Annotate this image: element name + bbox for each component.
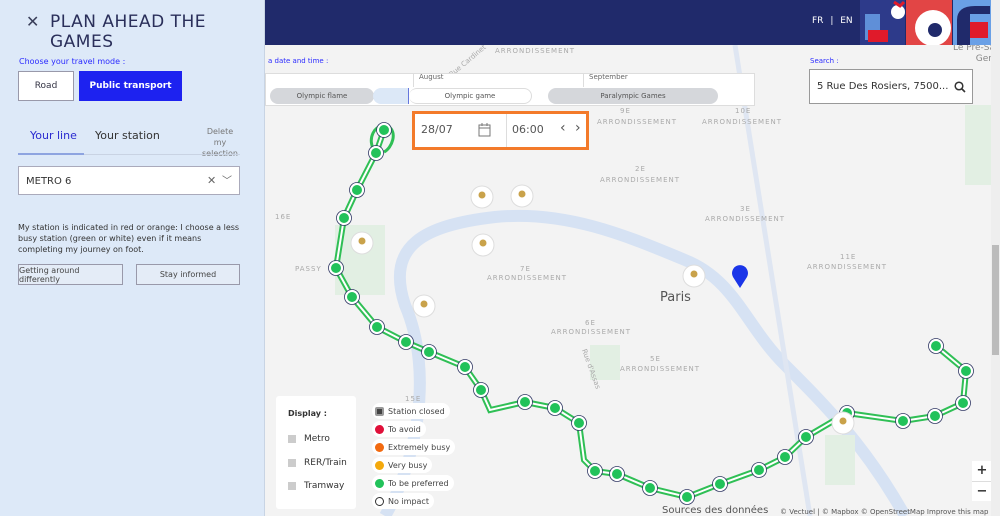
map-label: ARRONDISSEMENT (705, 215, 786, 223)
legend-item: Extremely busy (372, 439, 456, 455)
date-time-picker: 28/07 06:00 ‹ › (412, 111, 589, 150)
zoom-in-button[interactable]: + (972, 461, 992, 481)
travel-mode-label: Choose your travel mode : (19, 57, 126, 66)
lang-en[interactable]: EN (840, 16, 852, 26)
status-dot-icon (375, 460, 384, 470)
map-label: 9E (620, 107, 631, 115)
getting-around-button[interactable]: Getting around differently (18, 264, 123, 285)
toggle-label: Tramway (304, 481, 345, 491)
status-dot-icon (375, 478, 384, 488)
map-label: PASSY (295, 265, 322, 273)
map-label: ARRONDISSEMENT (495, 47, 576, 55)
road-button[interactable]: Road (18, 71, 74, 101)
period-paralympic-games[interactable]: Paralympic Games (548, 88, 718, 104)
status-dot-icon (375, 424, 384, 434)
search-input[interactable]: 5 Rue Des Rosiers, 7500... (809, 69, 973, 104)
info-text: My station is indicated in red or orange… (18, 223, 240, 254)
header (265, 0, 1000, 45)
stay-informed-button[interactable]: Stay informed (136, 264, 240, 285)
active-tab-indicator (18, 153, 84, 155)
map-label: 15E (405, 395, 422, 403)
month-september: September (583, 73, 628, 87)
map-label: 2E (635, 165, 646, 173)
clear-icon[interactable]: ✕ (207, 174, 216, 187)
data-sources-link[interactable]: Sources des données (662, 505, 768, 516)
legend-label: To avoid (388, 424, 421, 434)
legend-label: No impact (388, 496, 429, 506)
map-label: ARRONDISSEMENT (702, 118, 783, 126)
display-label: Display : (288, 409, 327, 418)
map-label: 7E (520, 265, 531, 273)
legend-item: Very busy (372, 457, 433, 473)
month-august: August (413, 73, 444, 87)
legend-label: Extremely busy (388, 442, 451, 452)
map-label: ARRONDISSEMENT (551, 328, 632, 336)
status-dot-icon (375, 442, 384, 452)
map-label: 16E (275, 213, 292, 221)
city-label: Paris (660, 290, 691, 305)
chevron-left-icon[interactable]: ‹ (560, 120, 566, 136)
map-label: 5E (650, 355, 661, 363)
search-icon[interactable] (954, 81, 966, 93)
timeline-label: a date and time : (268, 57, 329, 65)
timeline-cursor[interactable] (373, 88, 409, 104)
toggle-label: RER/Train (304, 458, 347, 468)
map-label: ARRONDISSEMENT (600, 176, 681, 184)
map-label: ARRONDISSEMENT (807, 263, 888, 271)
olympic-logo-art (860, 0, 1000, 45)
panel-title: PLAN AHEAD THE GAMES (50, 12, 207, 52)
legend-label: Very busy (388, 460, 428, 470)
time-field[interactable]: 06:00 (512, 123, 544, 136)
lang-fr[interactable]: FR (812, 16, 823, 26)
map-label: 6E (585, 319, 596, 327)
legend-item: To be preferred (372, 475, 454, 491)
station-closed-icon (375, 406, 384, 416)
map-label: ARRONDISSEMENT (597, 118, 678, 126)
map-label: ARRONDISSEMENT (620, 365, 701, 373)
legend-label: Station closed (388, 406, 445, 416)
legend-item: No impact (372, 493, 434, 509)
scrollbar-thumb[interactable] (992, 245, 999, 355)
location-pin-icon[interactable] (731, 265, 751, 289)
chevron-down-icon[interactable]: ﹀ (222, 172, 232, 187)
legend-item: To avoid (372, 421, 426, 437)
side-panel: ✕ PLAN AHEAD THE GAMES Choose your trave… (0, 0, 265, 516)
legend-item: Station closed (372, 403, 450, 419)
tab-your-station[interactable]: Your station (95, 129, 160, 142)
tab-your-line[interactable]: Your line (30, 129, 77, 142)
toggle-tramway[interactable]: Tramway (288, 481, 344, 491)
search-label: Search : (810, 57, 839, 65)
toggle-label: Metro (304, 434, 330, 444)
map-attribution[interactable]: © Vectuel | © Mapbox © OpenStreetMap Imp… (780, 508, 989, 516)
calendar-icon[interactable] (478, 123, 491, 137)
close-icon[interactable]: ✕ (26, 12, 39, 31)
period-olympic-flame[interactable]: Olympic flame (270, 88, 374, 104)
toggle-rer-train[interactable]: RER/Train (288, 458, 347, 468)
language-switch: FR | EN (812, 16, 853, 26)
zoom-out-button[interactable]: − (972, 481, 992, 501)
map-label: 11E (840, 253, 857, 261)
lang-separator: | (830, 16, 834, 26)
legend-label: To be preferred (388, 478, 449, 488)
map-label: 3E (740, 205, 751, 213)
map-label: 10E (735, 107, 752, 115)
period-olympic-game[interactable]: Olympic game (409, 88, 532, 104)
chevron-right-icon[interactable]: › (575, 120, 581, 136)
date-field[interactable]: 28/07 (421, 123, 453, 136)
map-label: ARRONDISSEMENT (487, 274, 568, 282)
toggle-metro[interactable]: Metro (288, 434, 330, 444)
status-dot-icon (375, 496, 384, 506)
public-transport-button[interactable]: Public transport (79, 71, 182, 101)
